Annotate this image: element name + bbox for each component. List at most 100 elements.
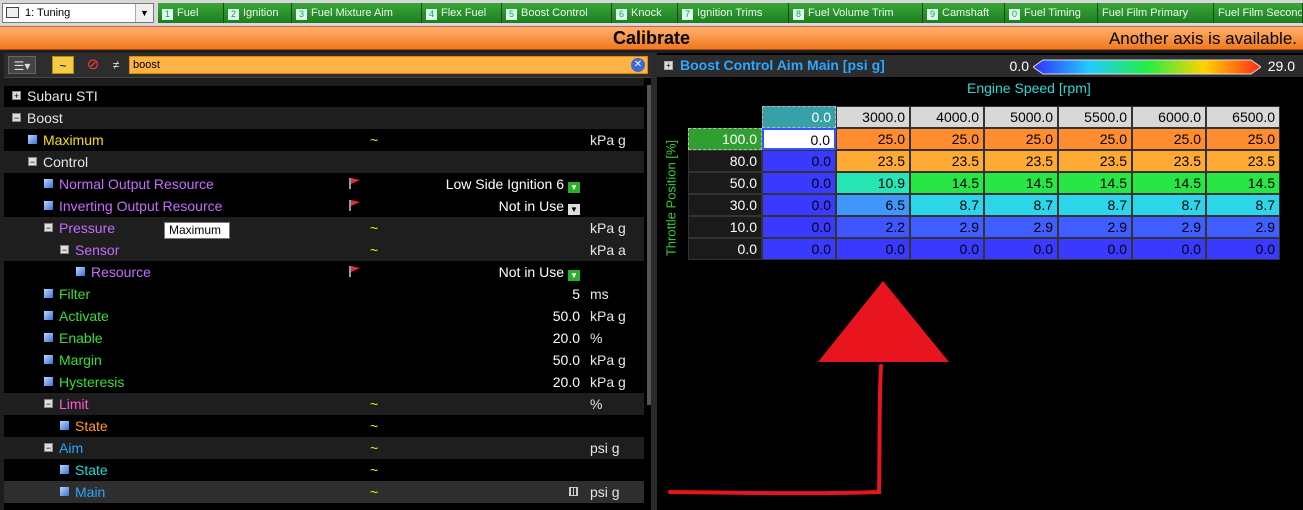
x-axis-breakpoint[interactable]: 4000.0 [910,106,984,128]
tree-row-value[interactable]: ~ [364,483,582,501]
tree-row-value[interactable]: ~ [364,241,582,259]
table-cell[interactable]: 0.0 [836,238,910,260]
tab-1[interactable]: 1 Fuel [158,3,224,23]
tree-row-value[interactable]: Low Side Ignition 6 ▼ [364,175,582,193]
not-equal-filter-icon[interactable]: ≠ [108,56,124,74]
table-cell[interactable]: 8.7 [1058,194,1132,216]
table-cell[interactable]: 14.5 [1058,172,1132,194]
tab-10[interactable]: 0 Fuel Timing [1005,3,1098,23]
table-cell[interactable]: 25.0 [1206,128,1280,150]
y-axis-breakpoint[interactable]: 30.0 [688,194,762,216]
tree-row-value[interactable]: 5 [364,285,582,303]
x-axis-breakpoint[interactable]: 5000.0 [984,106,1058,128]
tab-2[interactable]: 2 Ignition [224,3,292,23]
table-cell[interactable]: 0.0 [762,172,836,194]
x-axis-breakpoint[interactable]: 6500.0 [1206,106,1280,128]
tree-row[interactable]: − Limit ~% [4,393,644,415]
expander-icon[interactable]: − [44,443,53,453]
tab-9[interactable]: 9 Camshaft [923,3,1005,23]
tree-row-value[interactable]: ~ [364,395,582,413]
table-cell[interactable]: 14.5 [910,172,984,194]
tab-11[interactable]: Fuel Film Primary [1098,3,1214,23]
tab-7[interactable]: 7 Ignition Trims [678,3,789,23]
tree-row[interactable]: Resource Not in Use ▼ [4,261,644,283]
tree-view-menu-button[interactable]: ☰▾ [8,56,36,74]
table-cell[interactable]: 14.5 [984,172,1058,194]
tab-5[interactable]: 5 Boost Control [502,3,612,23]
tree-row-value[interactable]: ~ [364,461,582,479]
tree-row[interactable]: State ~ [4,415,644,437]
x-axis-breakpoint[interactable]: 5500.0 [1058,106,1132,128]
tree-row[interactable]: Activate 50.0 kPa g [4,305,644,327]
tree-row-value[interactable]: 50.0 [364,351,582,369]
tree-row[interactable]: − Sensor ~ kPa a [4,239,644,261]
table-cell[interactable]: 2.9 [1206,216,1280,238]
y-axis-breakpoint[interactable]: 100.0 [688,128,762,150]
expander-icon[interactable]: − [44,223,53,233]
table-cell[interactable]: 6.5 [836,194,910,216]
tree-row-value[interactable]: 50.0 [364,307,582,325]
table-cell[interactable]: 0.0 [1132,238,1206,260]
table-cell[interactable]: 23.5 [984,150,1058,172]
expander-icon[interactable]: − [28,157,37,167]
table-cell[interactable]: 23.5 [1206,150,1280,172]
y-axis-breakpoint[interactable]: 10.0 [688,216,762,238]
tree-row[interactable]: Hysteresis 20.0 kPa g [4,371,644,393]
chevron-down-icon[interactable]: ▼ [135,4,153,22]
table-cell[interactable]: 14.5 [1206,172,1280,194]
tree-row-value[interactable]: ~ [364,219,582,237]
table-expand-icon[interactable]: + [664,61,673,70]
tab-4[interactable]: 4 Flex Fuel [422,3,502,23]
tree-row[interactable]: Inverting Output Resource Not in Use ▼ [4,195,644,217]
table-cell[interactable]: 2.9 [910,216,984,238]
table-cell[interactable]: 10.9 [836,172,910,194]
table-cell[interactable]: 25.0 [836,128,910,150]
clear-search-icon[interactable]: ✕ [631,58,645,72]
tree-row[interactable]: − Boost [4,107,644,129]
table-cell[interactable]: 23.5 [1132,150,1206,172]
x-axis-breakpoint[interactable]: 3000.0 [836,106,910,128]
tree-row-value[interactable]: ~ [364,131,582,149]
tree-row[interactable]: − Aim ~ psi g [4,437,644,459]
table-cell[interactable]: 0.0 [762,194,836,216]
expander-icon[interactable]: − [60,245,69,255]
table-cell[interactable]: 8.7 [910,194,984,216]
table-cell[interactable]: 25.0 [1058,128,1132,150]
tree-row[interactable]: State ~ [4,459,644,481]
table-cell[interactable]: 8.7 [984,194,1058,216]
table-cell[interactable]: 0.0 [762,238,836,260]
table-grid-icon[interactable] [569,487,578,496]
tree-row[interactable]: Enable 20.0% [4,327,644,349]
expander-icon[interactable]: − [44,399,53,409]
table-cell[interactable]: 2.9 [984,216,1058,238]
tab-3[interactable]: 3 Fuel Mixture Aim [292,3,422,23]
tree-row-value[interactable]: 20.0 [364,373,582,391]
table-cell[interactable]: 2.9 [1058,216,1132,238]
tree-row[interactable]: Filter 5 ms [4,283,644,305]
tree-row[interactable]: Main ~ psi g [4,481,644,503]
table-cell[interactable]: 0.0 [910,238,984,260]
table-cell[interactable]: 8.7 [1132,194,1206,216]
table-cell[interactable]: 0.0 [1206,238,1280,260]
y-axis-breakpoint[interactable]: 0.0 [688,238,762,260]
tab-8[interactable]: 8 Fuel Volume Trim [789,3,923,23]
table-cell[interactable]: 23.5 [836,150,910,172]
table-cell[interactable]: 23.5 [1058,150,1132,172]
dropdown-arrow-icon[interactable]: ▼ [568,270,580,281]
table-cell[interactable]: 25.0 [984,128,1058,150]
table-cell[interactable]: 0.0 [762,216,836,238]
x-axis-breakpoint[interactable]: 6000.0 [1132,106,1206,128]
table-cell[interactable]: 0.0 [984,238,1058,260]
tree-row[interactable]: + Subaru STI [4,85,644,107]
tree-row-value[interactable]: ~ [364,439,582,457]
table-cell[interactable]: 2.9 [1132,216,1206,238]
table-cell[interactable]: 0.0 [1058,238,1132,260]
table-cell[interactable]: 25.0 [1132,128,1206,150]
tree-row[interactable]: Normal Output Resource Low Side Ignition … [4,173,644,195]
table-cell[interactable]: 8.7 [1206,194,1280,216]
table-cell[interactable]: 2.2 [836,216,910,238]
tree-row[interactable]: Maximum ~ kPa g [4,129,644,151]
expander-icon[interactable]: + [12,91,21,101]
tree-row-value[interactable]: Not in Use ▼ [364,197,582,215]
tree-row-value[interactable]: Not in Use ▼ [364,263,582,281]
